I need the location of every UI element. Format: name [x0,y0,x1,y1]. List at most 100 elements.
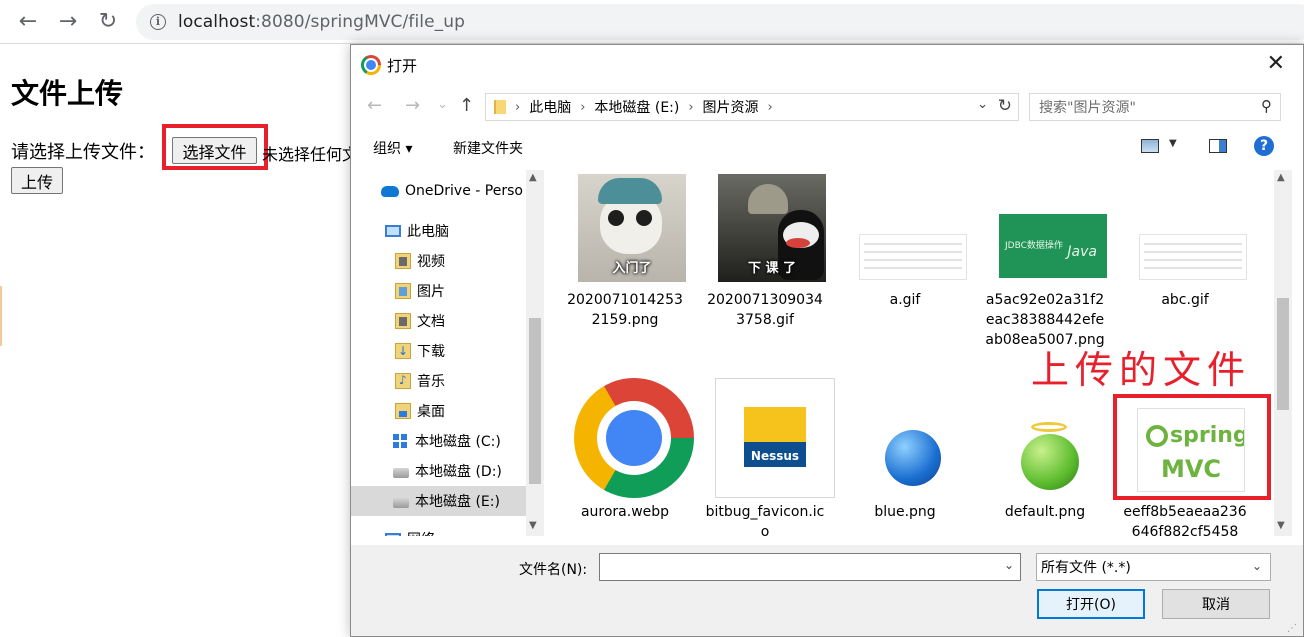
view-mode-icon[interactable] [1141,139,1159,153]
breadcrumb-item[interactable]: 本地磁盘 (E:) [594,97,679,117]
url-text[interactable]: localhost:8080/springMVC/file_up [178,12,465,32]
breadcrumb[interactable]: › 此电脑 › 本地磁盘 (E:) › 图片资源 › ⌄ ↻ [485,93,1019,121]
file-name: bitbug_favicon.ico [705,504,825,536]
nav-item-videos[interactable]: 视频 [351,246,526,276]
recent-dropdown-icon[interactable]: ⌄ [437,97,448,112]
up-arrow-icon[interactable]: ↑ [459,95,474,116]
file-name: eeff8b5eaeaa236646f882cf5458 [1123,504,1247,536]
nav-item-documents[interactable]: 文档 [351,306,526,336]
nessus-logo-text: Nessus [750,449,800,463]
scrollbar-thumb[interactable] [1277,298,1289,410]
scroll-up-arrow-icon[interactable]: ▲ [529,172,537,183]
sheet-line [1144,267,1242,269]
sheet-line [864,251,962,253]
angel-emoji-thumbnail [1017,420,1085,492]
downloads-folder-icon [395,343,411,359]
nav-item-label: 桌面 [417,404,445,420]
breadcrumb-separator[interactable]: › [580,100,585,115]
chevron-down-icon[interactable]: ⌄ [977,97,988,112]
organize-button[interactable]: 组织 ▾ [373,138,412,158]
sheet-line [1144,251,1242,253]
dialog-titlebar: 打开 ✕ [351,45,1303,85]
file-list-scrollbar[interactable]: ▲ ▼ [1274,170,1292,536]
scroll-up-arrow-icon[interactable]: ▲ [1277,172,1285,183]
drive-icon [393,498,409,508]
filename-input[interactable]: ⌄ [599,553,1021,581]
reload-icon[interactable]: ↻ [94,8,122,36]
sunglasses-right [636,210,652,226]
address-bar[interactable]: i localhost:8080/springMVC/file_up [136,4,1304,40]
breadcrumb-separator[interactable]: › [688,100,693,115]
file-select-label: 请选择上传文件： [11,142,155,163]
nav-item-onedrive[interactable]: OneDrive - Perso [351,176,526,206]
breadcrumb-item[interactable]: 此电脑 [529,97,571,117]
chevron-down-icon[interactable]: ▼ [1169,138,1177,149]
drive-icon [393,468,409,478]
filetype-select[interactable]: 所有文件 (*.*) ⌄ [1036,553,1271,581]
breadcrumb-item[interactable]: 图片资源 [703,97,759,117]
nav-item-drive-d[interactable]: 本地磁盘 (D:) [351,456,526,486]
nav-item-label: 文档 [417,314,445,330]
url-path: :8080/springMVC/file_up [255,12,466,32]
search-placeholder: 搜索"图片资源" [1039,100,1136,116]
refresh-icon[interactable]: ↻ [998,96,1012,116]
forward-arrow-icon[interactable]: → [405,95,420,116]
nav-item-label: OneDrive - Perso [405,183,523,199]
search-icon[interactable]: ⚲ [1261,97,1272,115]
video-folder-icon [395,253,411,269]
spreadsheet-thumbnail [859,234,967,280]
annotation-text: 上传的文件 [1031,348,1252,392]
highlight-box [162,124,268,170]
edge-marker [0,286,2,346]
new-folder-button[interactable]: 新建文件夹 [453,138,523,158]
penguin-beak [786,238,810,248]
scroll-down-arrow-icon[interactable]: ▼ [1277,520,1285,531]
preview-pane-icon[interactable] [1209,139,1227,153]
back-arrow-icon[interactable]: ← [367,95,382,116]
chevron-down-icon[interactable]: ⌄ [1252,559,1262,573]
navigation-pane: OneDrive - Perso 此电脑 视频 图片 文档 下载 音乐 桌面 本… [351,170,545,536]
help-icon[interactable]: ? [1254,136,1274,156]
nav-item-label: 本地磁盘 (D:) [415,464,502,480]
sheet-line [864,267,962,269]
nav-item-drive-c[interactable]: 本地磁盘 (C:) [351,426,526,456]
spreadsheet-thumbnail [1139,234,1247,280]
onedrive-icon [381,185,399,197]
jdbc-thumbnail: JDBC数据操作 Java [999,214,1107,278]
close-icon[interactable]: ✕ [1267,51,1285,76]
chevron-down-icon[interactable]: ⌄ [1004,558,1014,572]
resize-grip-icon[interactable]: ⋰ [1287,623,1297,634]
upload-button[interactable]: 上传 [11,167,63,194]
scrollbar-thumb[interactable] [529,318,541,484]
blue-emoji-thumbnail [879,424,947,492]
breadcrumb-separator[interactable]: › [515,100,520,115]
nav-item-drive-e[interactable]: 本地磁盘 (E:) [351,486,526,516]
nav-item-this-pc[interactable]: 此电脑 [351,216,526,246]
nav-item-label: 网络 [407,529,435,536]
breadcrumb-separator[interactable]: › [768,100,773,115]
info-icon[interactable]: i [150,14,166,30]
nav-item-desktop[interactable]: 桌面 [351,396,526,426]
cancel-button[interactable]: 取消 [1162,589,1270,619]
nav-item-downloads[interactable]: 下载 [351,336,526,366]
chrome-logo-icon [574,378,694,498]
file-name: a.gif [889,292,921,308]
scroll-down-arrow-icon[interactable]: ▼ [529,520,537,531]
nav-item-network[interactable]: 网络 [351,524,526,536]
forward-arrow-icon[interactable]: → [54,8,82,36]
nav-item-label: 下载 [417,344,445,360]
music-folder-icon [395,373,411,389]
thumbnail-caption: 入门了 [612,261,652,276]
nessus-thumbnail: Nessus [715,378,835,498]
nav-pane-scrollbar[interactable]: ▲ ▼ [526,170,544,536]
search-input[interactable]: 搜索"图片资源" ⚲ [1029,93,1281,121]
chrome-logo-thumbnail [574,378,694,498]
nav-item-music[interactable]: 音乐 [351,366,526,396]
open-button[interactable]: 打开(O) [1037,589,1145,619]
this-pc-icon [385,225,401,237]
halo-shape [1031,422,1067,432]
open-file-dialog: 打开 ✕ ← → ⌄ ↑ › 此电脑 › 本地磁盘 (E:) › 图片资源 › … [350,44,1304,637]
back-arrow-icon[interactable]: ← [14,8,42,36]
nav-item-pictures[interactable]: 图片 [351,276,526,306]
file-name: abc.gif [1161,292,1209,308]
